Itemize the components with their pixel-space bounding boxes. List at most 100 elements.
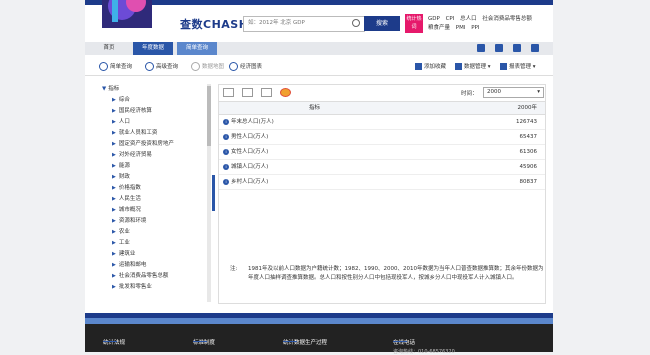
tree-item[interactable]: ▶ 固定资产投资和房地产 <box>112 139 210 150</box>
collapsed-icon: ▶ <box>112 130 116 136</box>
collapsed-icon: ▶ <box>112 262 116 268</box>
hot-word-link[interactable]: CPI <box>446 16 455 22</box>
time-select[interactable]: 2000 ▾ <box>483 87 544 98</box>
tree-item[interactable]: ▶ 就业人员和工资 <box>112 128 210 139</box>
sidebar-scrollbar[interactable] <box>207 84 211 302</box>
tree-item[interactable]: ▶ 批发和零售业 <box>112 282 210 293</box>
tab-simple-query[interactable]: 简单查询 <box>177 42 217 55</box>
tree-item[interactable]: ▶ 价格指数 <box>112 183 210 194</box>
report-manage-button[interactable]: 报表管理 ▾ <box>500 62 536 70</box>
info-icon[interactable]: i <box>223 149 229 155</box>
hot-word-link[interactable]: GDP <box>428 16 440 22</box>
banner-art <box>102 0 152 28</box>
econ-chart-button[interactable]: 经济图表 <box>229 62 262 71</box>
hot-word-link[interactable]: PMI <box>456 25 466 31</box>
row-value: 45906 <box>519 164 538 170</box>
print-icon[interactable] <box>513 44 521 52</box>
advanced-query-label: 高级查询 <box>156 64 179 70</box>
collapsed-icon: ▶ <box>112 97 116 103</box>
pie-chart-icon[interactable] <box>279 88 291 97</box>
bar-chart-icon[interactable] <box>241 88 253 97</box>
time-select-value: 2000 <box>487 89 501 95</box>
info-icon[interactable]: i <box>223 134 229 140</box>
tree-item-label: 固定资产投资和房地产 <box>118 141 174 147</box>
map-icon <box>191 62 200 71</box>
scrollbar-thumb[interactable] <box>207 86 211 146</box>
footer-link[interactable]: 标准制度 <box>193 338 215 346</box>
tree-item-label: 就业人员和工资 <box>118 130 158 136</box>
note-label: 注: <box>230 266 238 272</box>
info-icon[interactable]: i <box>223 179 229 185</box>
tree-item[interactable]: ▶ 综合 <box>112 95 210 106</box>
row-name: 年末总人口(万人) <box>231 119 274 125</box>
table-row[interactable]: i 男性人口(万人) 65437 <box>219 130 545 145</box>
collapsed-icon: ▶ <box>112 108 116 114</box>
tab-annual-data[interactable]: 年度数据 <box>133 42 173 55</box>
view-toggle-bar <box>223 88 297 99</box>
tree-item[interactable]: ▶ 对外经济贸易 <box>112 150 210 161</box>
advanced-query-button[interactable]: 高级查询 <box>145 62 178 71</box>
footer-underline <box>193 341 207 342</box>
search-button[interactable]: 搜索 <box>364 16 400 31</box>
table-row[interactable]: i 年末总人口(万人) 126743 <box>219 115 545 130</box>
tree-item[interactable]: ▶ 工业 <box>112 238 210 249</box>
collapsed-icon: ▶ <box>112 251 116 257</box>
tree-root[interactable]: ▼ 指标 <box>102 84 210 92</box>
hot-words-list: GDP CPI 总人口 社会消费品零售总额 粮食产量 PMI PPI <box>428 15 548 33</box>
collapsed-icon: ▶ <box>112 240 116 246</box>
table-view-icon[interactable] <box>223 88 234 97</box>
footer-underline <box>393 341 407 342</box>
collapsed-icon: ▶ <box>112 284 116 290</box>
table-row[interactable]: i 女性人口(万人) 61306 <box>219 145 545 160</box>
info-icon[interactable]: i <box>223 119 229 125</box>
tree-item-label: 工业 <box>118 240 130 246</box>
collapsed-icon: ▶ <box>112 174 116 180</box>
column-header-year[interactable]: 2000年 <box>518 102 538 114</box>
tree-item[interactable]: ▶ 人口 <box>112 117 210 128</box>
tree-item[interactable]: ▶ 农业 <box>112 227 210 238</box>
plus-icon <box>415 63 422 70</box>
collapsed-icon: ▶ <box>112 218 116 224</box>
tab-home[interactable]: 首页 <box>95 42 123 55</box>
tree-item[interactable]: ▶ 城市概况 <box>112 205 210 216</box>
table-row[interactable]: i 城镇人口(万人) 45906 <box>219 160 545 175</box>
data-manage-button[interactable]: 数据管理 ▾ <box>455 62 491 70</box>
line-chart-icon[interactable] <box>260 88 272 97</box>
tree-item-label: 价格指数 <box>118 185 141 191</box>
collapsed-icon: ▶ <box>112 119 116 125</box>
tree-item[interactable]: ▶ 运输和邮电 <box>112 260 210 271</box>
footer-link[interactable]: 统计数据生产过程 <box>283 338 327 346</box>
tree-item[interactable]: ▶ 资源和环境 <box>112 216 210 227</box>
hot-word-link[interactable]: PPI <box>471 25 479 31</box>
row-name: 女性人口(万人) <box>231 149 269 155</box>
search-input[interactable] <box>244 17 348 29</box>
table-note: 注: 1981年及以前人口数据为户籍统计数；1982、1990、2000、201… <box>230 265 545 283</box>
upload-icon[interactable] <box>477 44 485 52</box>
tree-item[interactable]: ▶ 建筑业 <box>112 249 210 260</box>
panel-splitter[interactable] <box>212 175 215 211</box>
column-header-indicator[interactable]: 指标 <box>309 102 320 114</box>
add-favorite-button[interactable]: 添加收藏 <box>415 62 446 70</box>
search-icon[interactable] <box>352 19 360 27</box>
collapsed-icon: ▶ <box>112 196 116 202</box>
tree-item[interactable]: ▶ 能源 <box>112 161 210 172</box>
simple-query-button[interactable]: 简单查询 <box>99 62 132 71</box>
tree-item[interactable]: ▶ 财政 <box>112 172 210 183</box>
footer-link[interactable]: 统计法规 <box>103 338 125 346</box>
hot-word-link[interactable]: 社会消费品零售总额 <box>482 16 532 22</box>
tree-item-label: 社会消费品零售总额 <box>118 273 169 279</box>
hot-word-link[interactable]: 粮食产量 <box>428 25 450 31</box>
tree-item[interactable]: ▶ 国民经济核算 <box>112 106 210 117</box>
search-field[interactable] <box>243 16 365 32</box>
table-row[interactable]: i 乡村人口(万人) 80837 <box>219 175 545 190</box>
data-map-button[interactable]: 数据地图 <box>191 62 224 71</box>
info-icon[interactable]: i <box>223 164 229 170</box>
save-icon[interactable] <box>495 44 503 52</box>
share-icon[interactable] <box>531 44 539 52</box>
tree-item[interactable]: ▶ 社会消费品零售总额 <box>112 271 210 282</box>
tree-item[interactable]: ▶ 人民生活 <box>112 194 210 205</box>
tree-item-label: 财政 <box>118 174 130 180</box>
hot-word-link[interactable]: 总人口 <box>460 16 477 22</box>
footer-link[interactable]: 在线电话 <box>393 338 415 346</box>
row-value: 65437 <box>519 134 538 140</box>
